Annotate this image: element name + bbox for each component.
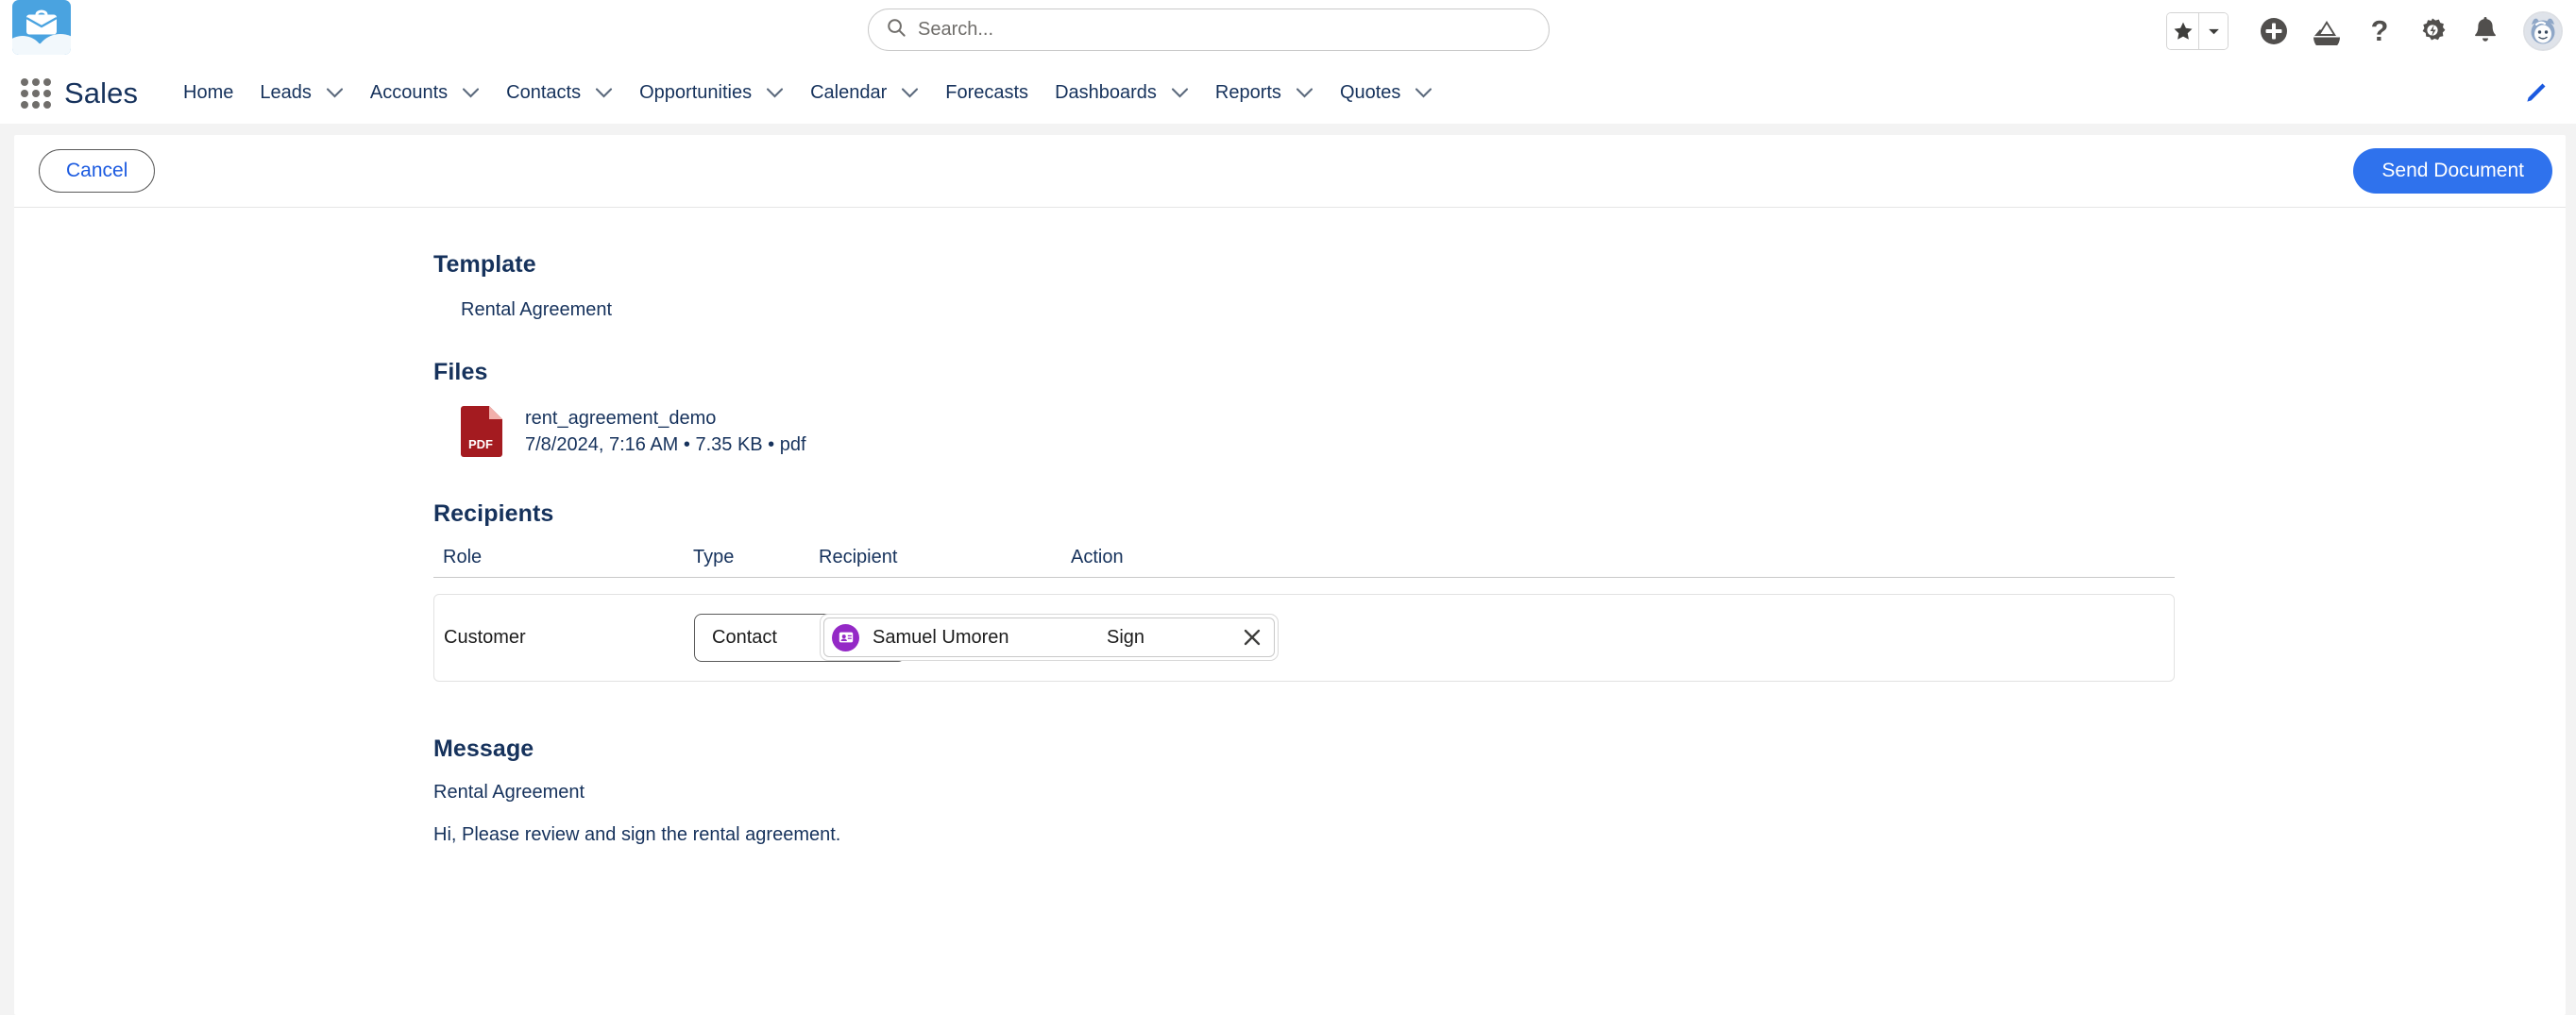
message-subject: Rental Agreement [433,781,585,803]
contact-badge-icon [832,623,859,651]
recipient-type-value: Contact [712,626,777,648]
template-heading: Template [433,251,536,278]
file-meta: rent_agreement_demo 7/8/2024, 7:16 AM • … [525,405,806,459]
star-icon [2174,22,2192,40]
column-header-type: Type [693,546,735,567]
page-body: Cancel Send Document Template Rental Agr… [0,124,2576,1015]
file-details: 7/8/2024, 7:16 AM • 7.35 KB • pdf [525,434,806,456]
recipient-lookup-field[interactable]: Samuel Umoren [823,617,1275,658]
recipient-type-cell: Contact [694,613,906,662]
table-header-row: Role Type Recipient Action [433,547,2175,578]
template-value: Rental Agreement [461,299,613,320]
content-panel: Cancel Send Document Template Rental Agr… [14,135,2566,1015]
nav-item-label: Quotes [1339,82,1401,103]
pencil-icon [2527,83,2546,102]
search-input[interactable] [918,19,1532,41]
bell-icon [2475,17,2496,42]
briefcase-icon [25,9,58,35]
nav-item-label: Dashboards [1055,82,1157,103]
nav-item-label: Calendar [810,82,888,103]
chevron-down-icon [462,87,480,99]
favorites-dropdown-button[interactable] [2198,13,2228,49]
app-name[interactable]: Sales [64,76,138,110]
column-header-action: Action [1071,546,1124,567]
recipient-cell: Samuel Umoren [820,614,1279,662]
recipient-name: Samuel Umoren [873,626,1009,648]
nav-item-home[interactable]: Home [170,64,246,123]
app-launcher-button[interactable] [13,72,57,115]
favorites-group[interactable] [2166,12,2229,50]
nav-item-label: Accounts [369,82,449,103]
global-create-button[interactable] [2247,8,2300,54]
help-button[interactable]: ? [2353,8,2406,54]
table-row: Customer Contact Samuel Umoren Sign [433,593,2175,682]
search-icon [886,17,907,43]
chevron-down-icon [326,87,344,99]
question-mark-icon: ? [2371,15,2389,47]
message-heading: Message [433,735,534,762]
recipient-lookup[interactable]: Samuel Umoren [820,614,1279,662]
nav-item-reports[interactable]: Reports [1202,64,1327,123]
nav-item-label: Contacts [506,82,582,103]
gear-icon [2422,18,2446,41]
einstein-mountain-icon [2313,21,2340,45]
header-actions: ? [2166,0,2563,62]
chevron-down-icon [595,87,613,99]
file-name: rent_agreement_demo [525,408,717,429]
nav-item-contacts[interactable]: Contacts [493,64,626,123]
nav-item-opportunities[interactable]: Opportunities [626,64,797,123]
app-launcher-grid-icon [21,77,51,109]
nav-item-label: Reports [1214,82,1281,103]
nav-item-calendar[interactable]: Calendar [797,64,932,123]
send-document-button[interactable]: Send Document [2353,147,2552,195]
action-bar: Cancel Send Document [14,135,2566,208]
recipients-table: Role Type Recipient Action Customer Cont… [433,547,2175,682]
einstein-button[interactable] [2300,8,2353,54]
chevron-down-icon [1171,87,1189,99]
chevron-down-icon [1415,87,1432,99]
avatar[interactable] [2523,11,2563,51]
chevron-down-icon [901,87,919,99]
nav-item-label: Forecasts [945,82,1029,103]
cancel-button[interactable]: Cancel [39,148,156,194]
global-search[interactable] [868,8,1550,51]
nav-item-label: Leads [260,82,312,103]
favorites-star-button[interactable] [2167,13,2198,49]
chevron-down-icon [2208,28,2219,34]
column-header-role: Role [443,546,483,567]
nav-items: Home Leads Accounts Contacts Opportuniti… [170,64,1446,123]
global-header: ? [0,0,2576,62]
recipients-heading: Recipients [433,499,554,527]
files-heading: Files [433,359,488,385]
pdf-file-icon: PDF [461,406,502,458]
chevron-down-icon [766,87,784,99]
nav-item-label: Home [183,82,234,103]
close-x-icon[interactable] [1240,625,1264,650]
search-box[interactable] [868,8,1550,51]
send-document-form: Template Rental Agreement Files PDF rent… [14,208,2566,846]
recipient-role: Customer [444,626,526,648]
column-header-recipient: Recipient [819,546,898,567]
nav-item-label: Opportunities [639,82,753,103]
message-body: Hi, Please review and sign the rental ag… [433,823,841,845]
nav-item-leads[interactable]: Leads [246,64,357,123]
app-navigation-bar: Sales Home Leads Accounts Contacts Oppor… [0,62,2576,124]
edit-nav-button[interactable] [2521,79,2550,108]
chevron-down-icon [1296,87,1313,99]
nav-item-dashboards[interactable]: Dashboards [1042,64,1202,123]
recipient-action: Sign [1107,626,1145,648]
nav-item-quotes[interactable]: Quotes [1327,64,1446,123]
salesforce-logo-icon[interactable] [12,0,71,55]
message-section: Message Rental Agreement Hi, Please revi… [433,736,2566,846]
setup-button[interactable] [2406,8,2459,54]
svg-text:?: ? [2371,15,2389,47]
nav-item-forecasts[interactable]: Forecasts [932,64,1042,123]
notifications-button[interactable] [2459,8,2512,54]
file-item[interactable]: PDF rent_agreement_demo 7/8/2024, 7:16 A… [433,405,2566,459]
nav-item-accounts[interactable]: Accounts [357,64,493,123]
svg-text:PDF: PDF [468,437,493,451]
logo-cloud-right [35,34,71,55]
plus-circle-icon [2261,18,2287,44]
avatar-icon [2525,13,2561,49]
